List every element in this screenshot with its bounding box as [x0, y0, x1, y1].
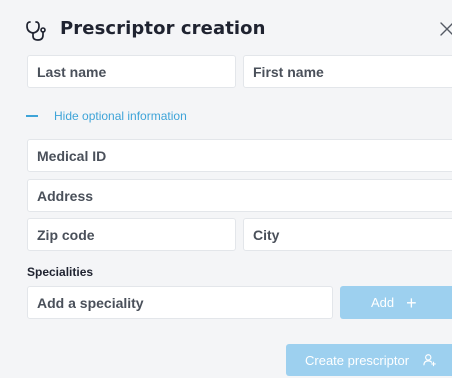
- zip-code-field[interactable]: Zip code: [27, 218, 236, 251]
- first-name-placeholder: First name: [253, 63, 324, 80]
- create-prescriptor-button[interactable]: Create prescriptor: [286, 344, 452, 376]
- specialities-label: Specialities: [27, 265, 94, 279]
- speciality-placeholder: Add a speciality: [37, 294, 144, 311]
- add-user-icon: [423, 354, 436, 367]
- hide-optional-toggle[interactable]: Hide optional information: [26, 107, 187, 125]
- medical-id-placeholder: Medical ID: [37, 147, 107, 164]
- address-placeholder: Address: [37, 187, 94, 204]
- dialog-title: Prescriptor creation: [60, 18, 266, 39]
- hide-optional-label: Hide optional information: [54, 109, 187, 123]
- city-placeholder: City: [253, 226, 280, 243]
- add-label: Add: [371, 295, 395, 310]
- last-name-placeholder: Last name: [37, 63, 107, 80]
- first-name-field[interactable]: First name: [243, 55, 452, 88]
- last-name-field[interactable]: Last name: [27, 55, 236, 88]
- medical-id-field[interactable]: Medical ID: [27, 139, 452, 172]
- speciality-input[interactable]: Add a speciality: [27, 286, 333, 319]
- close-icon[interactable]: [438, 20, 452, 38]
- address-field[interactable]: Address: [27, 179, 452, 212]
- plus-icon: +: [406, 292, 417, 313]
- minus-icon: [26, 115, 38, 117]
- zip-code-placeholder: Zip code: [37, 226, 95, 243]
- create-label: Create prescriptor: [305, 352, 410, 368]
- city-field[interactable]: City: [243, 218, 452, 251]
- add-speciality-button[interactable]: Add +: [340, 286, 452, 319]
- dialog-header: Prescriptor creation: [0, 0, 452, 60]
- stethoscope-icon: [26, 21, 46, 41]
